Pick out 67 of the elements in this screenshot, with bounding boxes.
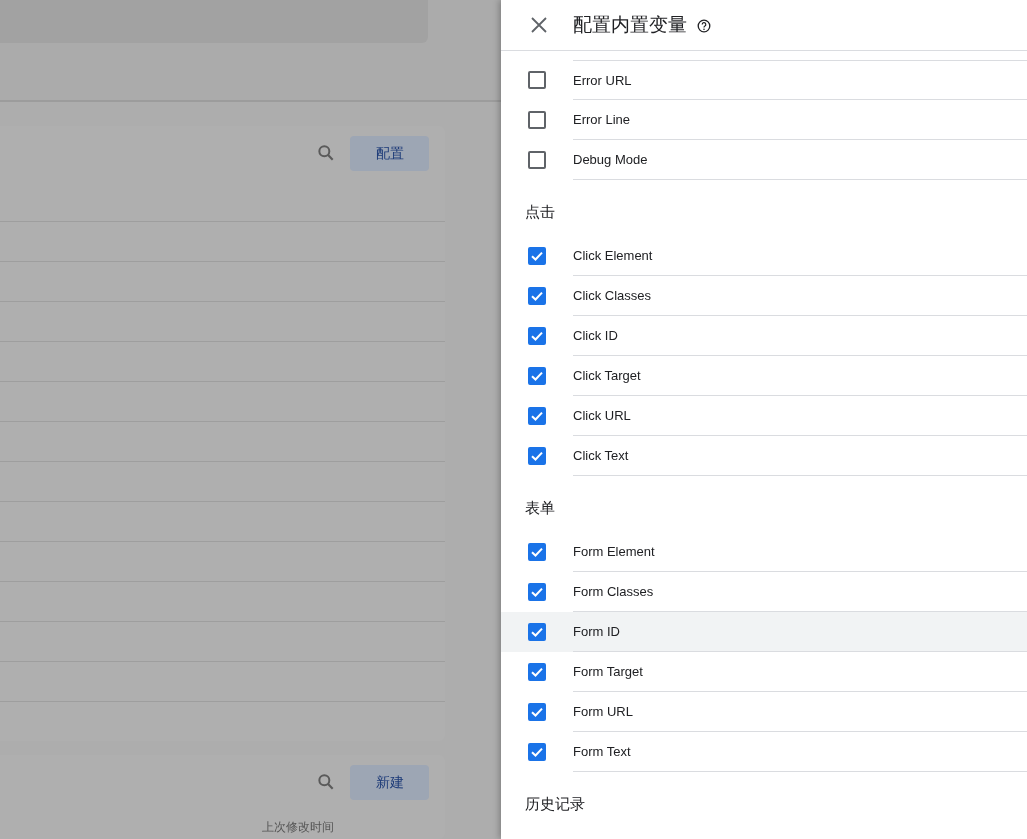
checkbox[interactable] [528,623,546,641]
checkbox[interactable] [528,743,546,761]
variable-label: Form Element [573,544,655,559]
section-heading: 表单 [524,497,556,518]
check-icon [530,585,544,599]
checkbox[interactable] [528,247,546,265]
section-heading: 点击 [524,201,556,222]
variable-row[interactable]: Click Target [501,356,1027,396]
check-icon [530,329,544,343]
new-button[interactable]: 新建 [350,765,429,800]
checkbox[interactable] [528,287,546,305]
check-icon [530,449,544,463]
variable-label: Error URL [573,72,632,88]
check-icon [530,289,544,303]
checkbox[interactable] [528,447,546,465]
check-icon [530,249,544,263]
variable-label: Form Text [573,744,631,759]
checkbox[interactable] [528,407,546,425]
check-icon [530,705,544,719]
variable-label: Click Classes [573,288,651,303]
column-header: 上次修改时间 [262,819,335,836]
checkbox[interactable] [528,583,546,601]
checkbox[interactable] [528,367,546,385]
section-heading: 历史记录 [524,793,586,814]
variable-label: Form Target [573,664,643,679]
checkbox[interactable] [528,151,546,169]
search-icon[interactable] [316,143,336,163]
variable-row[interactable]: Debug Mode [501,140,1027,180]
checkbox[interactable] [528,111,546,129]
variable-row[interactable]: Error URL [501,60,1027,100]
check-icon [530,369,544,383]
variable-row[interactable]: Error Line [501,100,1027,140]
variable-label: Form ID [573,624,620,639]
check-icon [530,409,544,423]
variable-row[interactable]: Click Classes [501,276,1027,316]
variable-row[interactable]: Form URL [501,692,1027,732]
variable-row[interactable]: Click URL [501,396,1027,436]
checkbox[interactable] [528,71,546,89]
check-icon [530,745,544,759]
variable-label: Click Text [573,448,629,463]
check-icon [530,665,544,679]
check-icon [530,545,544,559]
variable-row[interactable]: Form Target [501,652,1027,692]
checkbox[interactable] [528,703,546,721]
variable-label: Click URL [573,408,631,423]
checkbox[interactable] [528,327,546,345]
variable-label: Click Target [573,368,641,383]
close-button[interactable] [529,15,549,35]
variable-label: Form URL [573,704,633,719]
variable-label: Form Classes [573,584,654,599]
variable-row[interactable]: Form Text [501,732,1027,772]
variable-label: Debug Mode [573,152,648,167]
variable-label: Click Element [573,248,653,263]
variable-row[interactable]: Click Text [501,436,1027,476]
variable-row[interactable]: Form ID [501,612,1027,652]
variable-row[interactable]: Click ID [501,316,1027,356]
checkbox[interactable] [528,663,546,681]
variable-row[interactable]: Click Element [501,236,1027,276]
help-icon[interactable] [697,19,711,33]
panel-title: 配置内置变量 [573,13,687,37]
checkbox[interactable] [528,543,546,561]
variable-row[interactable]: Form Element [501,532,1027,572]
search-icon[interactable] [316,772,336,792]
check-icon [530,625,544,639]
variable-label: Error Line [573,112,631,127]
variable-label: Click ID [573,328,618,343]
configure-button[interactable]: 配置 [350,136,429,171]
